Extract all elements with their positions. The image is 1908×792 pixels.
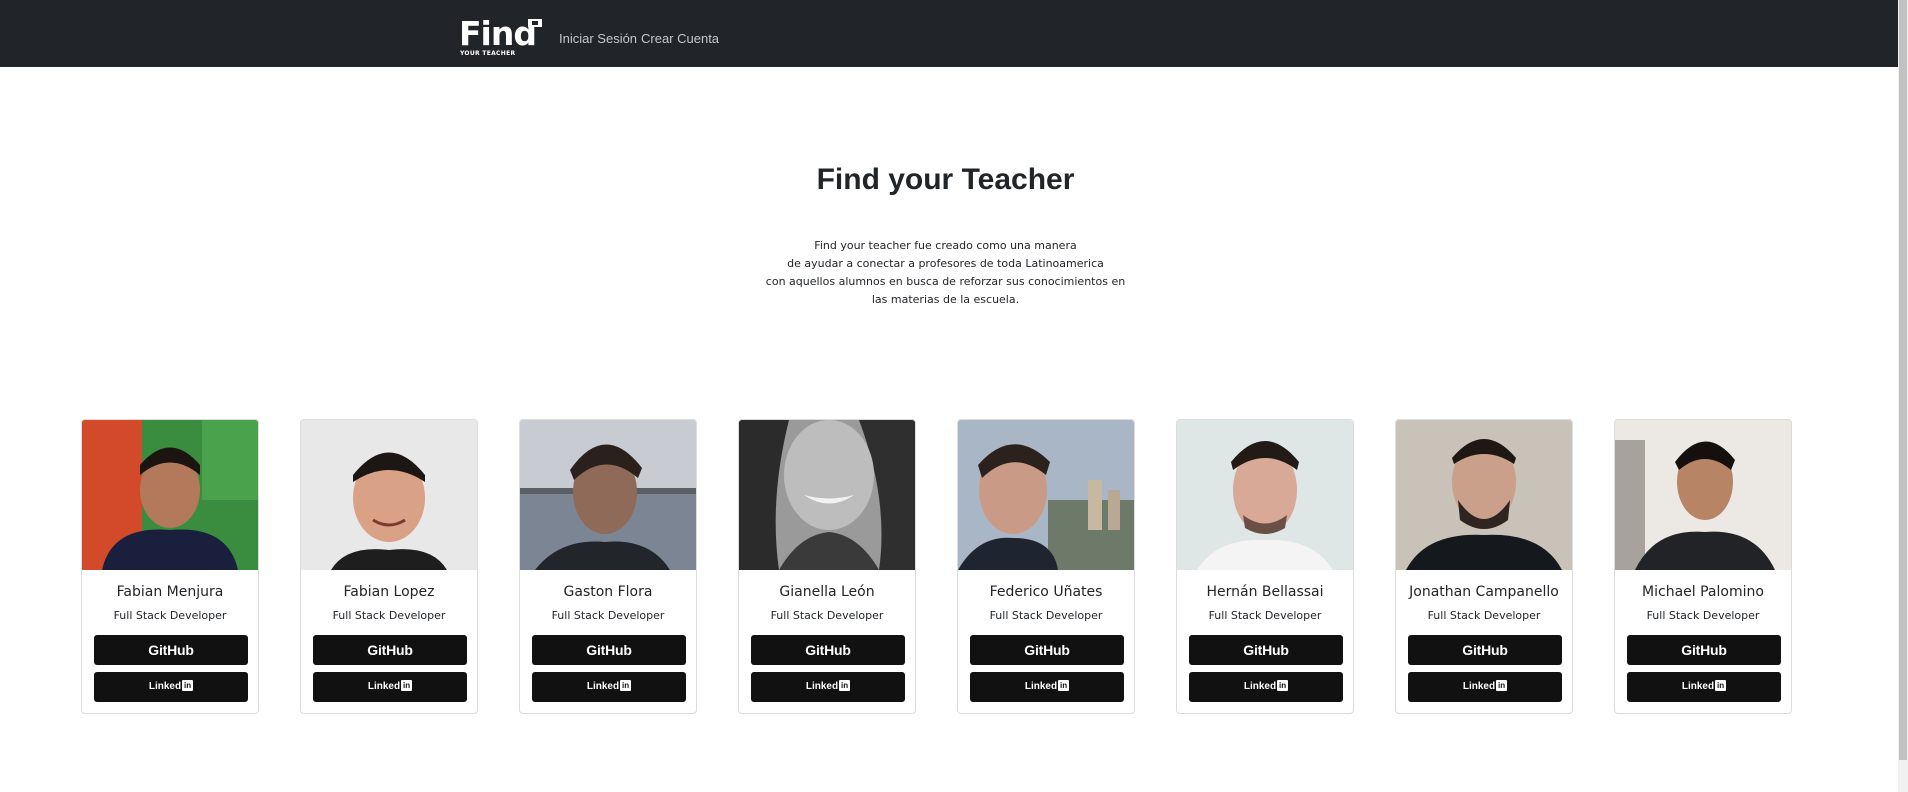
member-name: Gaston Flora xyxy=(563,584,653,600)
page-description: Find your teacher fue creado como una ma… xyxy=(0,237,1891,309)
member-role: Full Stack Developer xyxy=(551,609,665,622)
linkedin-button[interactable]: Linked in xyxy=(1408,672,1562,702)
github-button[interactable]: GitHub xyxy=(970,635,1124,665)
team-card: Gianella León Full Stack Developer GitHu… xyxy=(738,419,916,714)
linkedin-icon: in xyxy=(1277,679,1289,691)
team-card: Hernán Bellassai Full Stack Developer Gi… xyxy=(1176,419,1354,714)
team-card: Michael Palomino Full Stack Developer Gi… xyxy=(1614,419,1792,714)
linkedin-button[interactable]: Linked in xyxy=(751,672,905,702)
member-name: Federico Uñates xyxy=(989,584,1103,600)
github-button[interactable]: GitHub xyxy=(94,635,248,665)
github-button[interactable]: GitHub xyxy=(1189,635,1343,665)
linkedin-label: Linked xyxy=(148,681,182,692)
member-name: Gianella León xyxy=(779,584,875,600)
logo-flag-icon xyxy=(528,19,542,27)
linkedin-button[interactable]: Linked in xyxy=(532,672,686,702)
member-role: Full Stack Developer xyxy=(332,609,446,622)
profile-photo xyxy=(1177,420,1353,570)
profile-photo xyxy=(958,420,1134,570)
page-title: Find your Teacher xyxy=(816,163,1075,196)
profile-photo xyxy=(520,420,696,570)
linkedin-icon: in xyxy=(1715,679,1727,691)
page-scrollbar[interactable] xyxy=(1898,0,1908,792)
team-card: Fabian Lopez Full Stack Developer GitHub… xyxy=(300,419,478,714)
member-name: Michael Palomino xyxy=(1642,584,1764,600)
profile-photo xyxy=(1615,420,1791,570)
linkedin-icon: in xyxy=(1496,679,1508,691)
description-line: Find your teacher fue creado como una ma… xyxy=(814,239,1077,252)
team-card: Fabian Menjura Full Stack Developer GitH… xyxy=(81,419,259,714)
github-button[interactable]: GitHub xyxy=(1627,635,1781,665)
nav-signup-link[interactable]: Crear Cuenta xyxy=(641,31,719,47)
linkedin-button[interactable]: Linked in xyxy=(1627,672,1781,702)
member-role: Full Stack Developer xyxy=(1208,609,1322,622)
brand-logo[interactable]: Find YOUR TEACHER xyxy=(459,14,542,59)
linkedin-label: Linked xyxy=(1024,681,1058,692)
scrollbar-thumb[interactable] xyxy=(1899,0,1907,760)
description-line: con aquellos alumnos en busca de reforza… xyxy=(765,275,1126,288)
team-card: Jonathan Campanello Full Stack Developer… xyxy=(1395,419,1573,714)
member-role: Full Stack Developer xyxy=(989,609,1103,622)
member-role: Full Stack Developer xyxy=(770,609,884,622)
linkedin-label: Linked xyxy=(805,681,839,692)
github-button[interactable]: GitHub xyxy=(751,635,905,665)
member-name: Fabian Menjura xyxy=(116,584,224,600)
linkedin-button[interactable]: Linked in xyxy=(94,672,248,702)
linkedin-button[interactable]: Linked in xyxy=(1189,672,1343,702)
profile-photo xyxy=(301,420,477,570)
linkedin-label: Linked xyxy=(586,681,620,692)
member-role: Full Stack Developer xyxy=(113,609,227,622)
nav-login-link[interactable]: Iniciar Sesión xyxy=(559,31,637,47)
team-card: Gaston Flora Full Stack Developer GitHub… xyxy=(519,419,697,714)
member-role: Full Stack Developer xyxy=(1427,609,1541,622)
member-role: Full Stack Developer xyxy=(1646,609,1760,622)
profile-photo xyxy=(739,420,915,570)
linkedin-icon: in xyxy=(401,679,413,691)
linkedin-button[interactable]: Linked in xyxy=(313,672,467,702)
profile-photo xyxy=(1396,420,1572,570)
description-line: las materias de la escuela. xyxy=(871,293,1020,306)
member-name: Fabian Lopez xyxy=(343,584,435,600)
github-button[interactable]: GitHub xyxy=(1408,635,1562,665)
linkedin-button[interactable]: Linked in xyxy=(970,672,1124,702)
linkedin-icon: in xyxy=(1058,679,1070,691)
navbar: Find YOUR TEACHER Iniciar Sesión Crear C… xyxy=(0,0,1908,67)
github-button[interactable]: GitHub xyxy=(313,635,467,665)
team-card: Federico Uñates Full Stack Developer Git… xyxy=(957,419,1135,714)
linkedin-icon: in xyxy=(182,679,194,691)
profile-photo xyxy=(82,420,258,570)
linkedin-icon: in xyxy=(839,679,851,691)
linkedin-label: Linked xyxy=(1243,681,1277,692)
member-name: Jonathan Campanello xyxy=(1409,584,1559,600)
logo-wordmark: Find xyxy=(459,14,537,53)
linkedin-label: Linked xyxy=(1681,681,1715,692)
github-button[interactable]: GitHub xyxy=(532,635,686,665)
linkedin-icon: in xyxy=(620,679,632,691)
description-line: de ayudar a conectar a profesores de tod… xyxy=(787,257,1104,270)
member-name: Hernán Bellassai xyxy=(1206,584,1324,600)
logo-subtitle: YOUR TEACHER xyxy=(460,50,516,57)
linkedin-label: Linked xyxy=(1462,681,1496,692)
linkedin-label: Linked xyxy=(367,681,401,692)
